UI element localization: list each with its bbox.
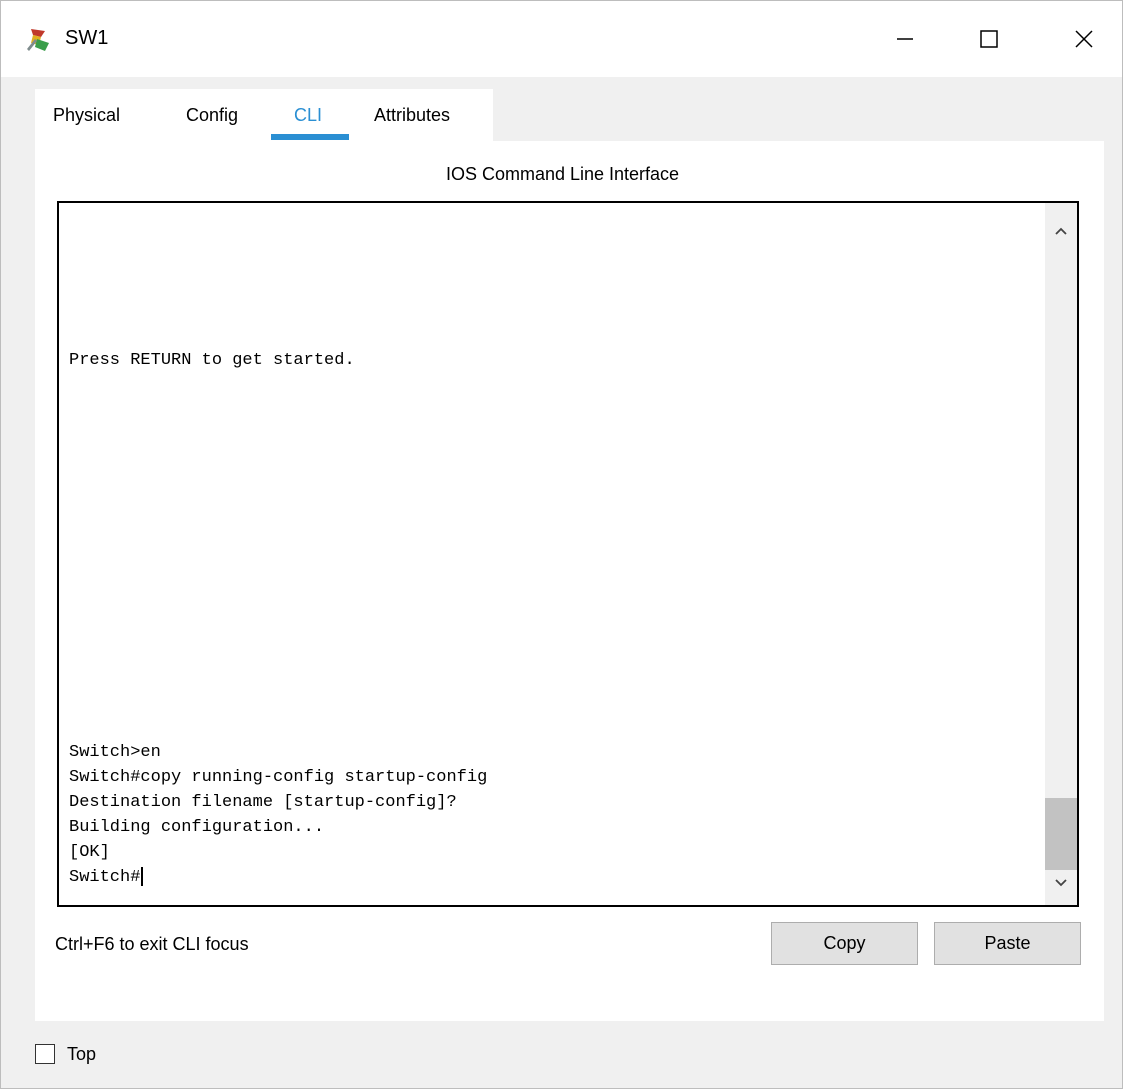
tab-physical[interactable]: Physical (53, 105, 120, 126)
terminal-line: Destination filename [startup-config]? (69, 793, 457, 812)
terminal-prompt-line: Switch# (69, 867, 144, 889)
title-bar[interactable]: SW1 (1, 1, 1122, 77)
scroll-thumb[interactable] (1045, 798, 1077, 870)
copy-button[interactable]: Copy (771, 922, 918, 965)
scroll-down-button[interactable] (1045, 869, 1077, 897)
cli-focus-hint: Ctrl+F6 to exit CLI focus (55, 934, 249, 954)
close-icon (1075, 30, 1093, 48)
chevron-down-icon (1055, 879, 1067, 887)
terminal-line: Building configuration... (69, 818, 325, 837)
chevron-up-icon (1055, 227, 1067, 235)
paste-button[interactable]: Paste (934, 922, 1081, 965)
top-checkbox-label: Top (67, 1044, 97, 1064)
app-window: SW1 Physical Config CLI Attributes IOS C… (0, 0, 1123, 1089)
active-tab-indicator (271, 134, 349, 140)
terminal-line: Switch#copy running-config startup-confi… (69, 768, 488, 787)
close-button[interactable] (1051, 1, 1117, 77)
maximize-button[interactable] (956, 1, 1022, 77)
panel-title: IOS Command Line Interface (445, 164, 680, 184)
top-checkbox[interactable] (35, 1044, 55, 1064)
bottom-bar (1, 1021, 1122, 1088)
terminal-line: Switch>en (69, 743, 161, 762)
scroll-up-button[interactable] (1045, 217, 1077, 245)
terminal-prompt: Switch# (69, 868, 141, 887)
window-title: SW1 (65, 27, 109, 49)
cli-terminal[interactable]: Press RETURN to get started. Switch>en S… (57, 201, 1079, 907)
terminal-output: Press RETURN to get started. Switch>en S… (69, 203, 1039, 905)
terminal-line: Press RETURN to get started. (69, 351, 355, 370)
minimize-button[interactable] (872, 1, 938, 77)
text-cursor (141, 867, 144, 887)
tab-attributes[interactable]: Attributes (374, 105, 450, 126)
terminal-scrollbar[interactable] (1045, 203, 1077, 905)
terminal-line: [OK] (69, 843, 110, 862)
maximize-icon (980, 30, 998, 48)
tab-config[interactable]: Config (186, 105, 238, 126)
minimize-icon (897, 38, 913, 40)
tab-cli[interactable]: CLI (294, 105, 322, 126)
router-switch-app-icon (27, 29, 49, 51)
